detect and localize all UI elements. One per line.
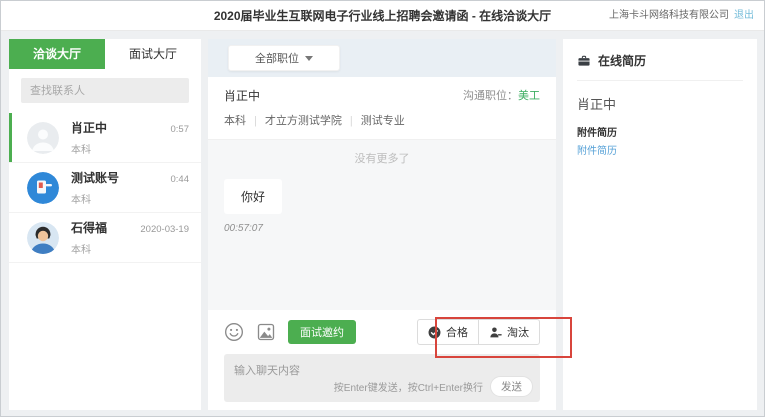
top-bar: 2020届毕业生互联网电子行业线上招聘会邀请函 - 在线洽谈大厅 上海卡斗网络科… (1, 1, 764, 31)
person-remove-icon (489, 326, 502, 339)
contact-name: 石得福 (71, 221, 108, 235)
chevron-down-icon (305, 55, 313, 61)
message-timestamp: 00:57:07 (224, 223, 263, 234)
send-button[interactable]: 发送 (490, 376, 533, 397)
message-list: 没有更多了 你好 00:57:07 (208, 140, 556, 310)
chat-panel: 全部职位 肖正中 沟通职位：美工 本科 | 才立方测试学院 | 测试专业 没有更多了 你… (208, 39, 556, 410)
chat-toolbar: 面试邀约 合格 淘汰 (208, 310, 556, 354)
peer-degree: 本科 (224, 115, 246, 127)
contacts-sidebar: 洽谈大厅 面试大厅 肖正中 本科 0:57 测 (9, 39, 201, 410)
avatar (27, 121, 59, 154)
message-row: 你好 00:57:07 (224, 166, 540, 234)
hall-tabs: 洽谈大厅 面试大厅 (9, 39, 201, 69)
contact-degree: 本科 (71, 245, 91, 256)
send-hint: 按Enter键发送，按Ctrl+Enter换行 (333, 383, 483, 394)
peer-major: 测试专业 (360, 115, 405, 127)
resume-sidebar: 在线简历 肖正中 附件简历 附件简历 (563, 39, 757, 410)
avatar (27, 171, 59, 204)
attachment-resume-label: 附件简历 (577, 128, 617, 139)
briefcase-icon (577, 54, 591, 68)
online-negotiation-hall-page: 2020届毕业生互联网电子行业线上招聘会邀请函 - 在线洽谈大厅 上海卡斗网络科… (0, 0, 765, 417)
pass-button[interactable]: 合格 (417, 319, 479, 345)
attachment-resume-link[interactable]: 附件简历 (577, 142, 743, 157)
resume-title: 在线简历 (598, 54, 647, 68)
peer-info-line: 本科 | 才立方测试学院 | 测试专业 (224, 115, 405, 127)
decision-button-group: 合格 淘汰 (417, 319, 540, 345)
no-more-text: 没有更多了 (354, 153, 410, 165)
tab-interview-hall[interactable]: 面试大厅 (105, 39, 201, 69)
interview-invite-button[interactable]: 面试邀约 (288, 320, 356, 344)
resume-candidate-name: 肖正中 (577, 97, 617, 112)
peer-name: 肖正中 (224, 88, 261, 103)
contact-search (21, 78, 189, 103)
logout-link[interactable]: 退出 (734, 10, 754, 21)
contact-time: 0:44 (170, 174, 190, 185)
peer-school: 才立方测试学院 (264, 115, 342, 127)
contact-name: 肖正中 (71, 121, 108, 135)
avatar (27, 221, 59, 254)
message-bubble: 你好 (224, 179, 283, 214)
company-name: 上海卡斗网络科技有限公司 (609, 10, 729, 21)
contact-degree: 本科 (71, 145, 91, 156)
contact-name: 测试账号 (71, 171, 120, 185)
contact-item[interactable]: 测试账号 本科 0:44 (9, 163, 201, 213)
position-filter-bar: 全部职位 (208, 39, 556, 77)
position-filter-dropdown[interactable]: 全部职位 (228, 45, 340, 71)
emoji-icon[interactable] (224, 322, 244, 342)
contact-item[interactable]: 肖正中 本科 0:57 (9, 113, 201, 163)
chat-peer-header: 肖正中 沟通职位：美工 本科 | 才立方测试学院 | 测试专业 (208, 77, 556, 140)
contact-item[interactable]: 石得福 本科 2020-03-19 (9, 213, 201, 263)
message-input-area: 按Enter键发送，按Ctrl+Enter换行 发送 (224, 354, 540, 402)
position-label: 沟通职位： (463, 90, 518, 102)
contact-list: 肖正中 本科 0:57 测试账号 本科 0:44 石得福 本科 2020-03-… (9, 113, 201, 263)
contact-time: 2020-03-19 (140, 224, 189, 235)
reject-button[interactable]: 淘汰 (478, 319, 540, 345)
tab-negotiation-hall[interactable]: 洽谈大厅 (9, 39, 105, 69)
image-upload-icon[interactable] (256, 322, 276, 342)
position-filter-label: 全部职位 (255, 53, 299, 65)
search-input[interactable] (21, 78, 189, 103)
contact-degree: 本科 (71, 195, 91, 206)
check-circle-icon (428, 326, 441, 339)
company-account: 上海卡斗网络科技有限公司 退出 (609, 1, 754, 31)
contact-time: 0:57 (170, 124, 190, 135)
position-value: 美工 (518, 90, 540, 102)
